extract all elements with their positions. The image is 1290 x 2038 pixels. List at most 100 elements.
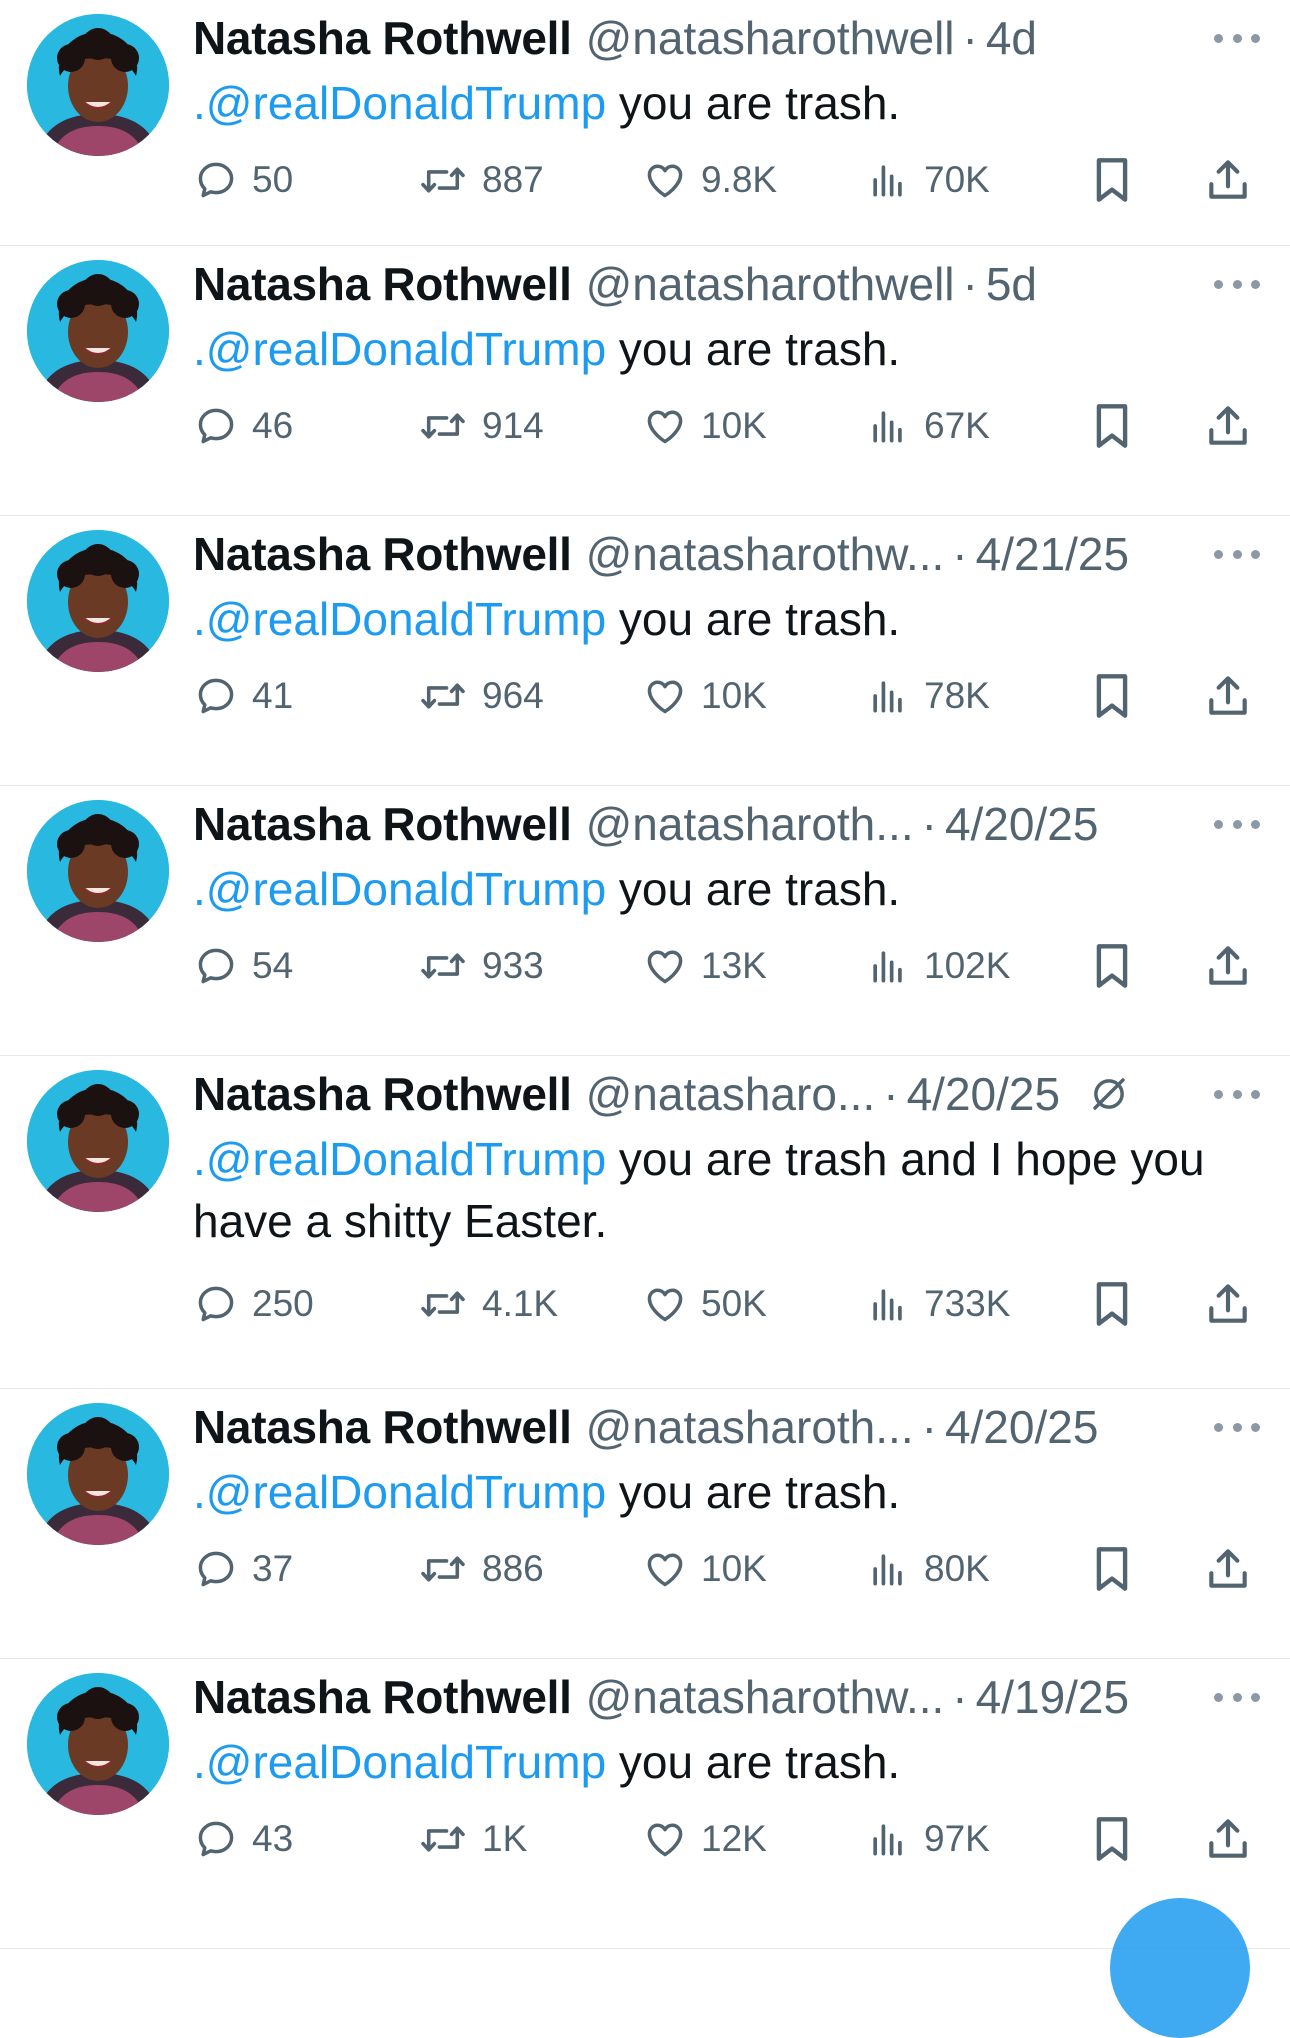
compose-fab[interactable] [1110, 1898, 1250, 2038]
timestamp[interactable]: 4/21/25 [976, 527, 1129, 581]
views-button[interactable]: 67K [866, 396, 990, 456]
display-name[interactable]: Natasha Rothwell [193, 257, 572, 311]
display-name[interactable]: Natasha Rothwell [193, 1670, 572, 1724]
timestamp[interactable]: 5d [986, 257, 1037, 311]
mention-link[interactable]: .@realDonaldTrump [193, 323, 606, 375]
reply-button[interactable]: 41 [194, 666, 293, 726]
like-button[interactable]: 50K [643, 1274, 767, 1334]
more-icon[interactable] [1214, 534, 1260, 574]
bookmark-button[interactable] [1088, 150, 1136, 210]
share-icon [1203, 1542, 1253, 1596]
user-handle[interactable]: @natasharothw... [586, 527, 945, 581]
views-button[interactable]: 102K [866, 936, 1010, 996]
share-button[interactable] [1203, 150, 1253, 210]
tweet[interactable]: Natasha Rothwell @natasharoth... · 4/20/25.… [0, 1389, 1290, 1659]
avatar[interactable] [27, 260, 169, 402]
retweet-button[interactable]: 887 [418, 150, 544, 210]
mention-link[interactable]: .@realDonaldTrump [193, 77, 606, 129]
tweet[interactable]: Natasha Rothwell @natasharothw... · 4/21/25… [0, 516, 1290, 786]
more-icon[interactable] [1214, 1677, 1260, 1717]
retweet-button[interactable]: 933 [418, 936, 544, 996]
bookmark-button[interactable] [1088, 936, 1136, 996]
views-button[interactable]: 80K [866, 1539, 990, 1599]
bookmark-button[interactable] [1088, 1274, 1136, 1334]
retweet-button[interactable]: 914 [418, 396, 544, 456]
tweet[interactable]: Natasha Rothwell @natasharothwell · 4d .@rea… [0, 0, 1290, 246]
bookmark-button[interactable] [1088, 1809, 1136, 1869]
display-name[interactable]: Natasha Rothwell [193, 1067, 572, 1121]
user-handle[interactable]: @natasharothwell [586, 257, 955, 311]
tweet[interactable]: Natasha Rothwell @natasharothw... · 4/19/25… [0, 1659, 1290, 1949]
user-handle[interactable]: @natasharoth... [586, 1400, 914, 1454]
tweet[interactable]: Natasha Rothwell @natasharoth... · 4/20/25.… [0, 786, 1290, 1056]
user-handle[interactable]: @natasharothw... [586, 1670, 945, 1724]
avatar[interactable] [27, 14, 169, 156]
share-button[interactable] [1203, 936, 1253, 996]
reply-button[interactable]: 50 [194, 150, 293, 210]
mention-link[interactable]: .@realDonaldTrump [193, 593, 606, 645]
mention-link[interactable]: .@realDonaldTrump [193, 863, 606, 915]
reply-button[interactable]: 37 [194, 1539, 293, 1599]
avatar[interactable] [27, 1070, 169, 1212]
avatar[interactable] [27, 530, 169, 672]
more-icon[interactable] [1214, 264, 1260, 304]
separator-dot: · [952, 528, 968, 580]
reply-button[interactable]: 43 [194, 1809, 293, 1869]
user-handle[interactable]: @natasharoth... [586, 797, 914, 851]
tweet-text: .@realDonaldTrump you are trash. [193, 318, 1263, 380]
mention-link[interactable]: .@realDonaldTrump [193, 1466, 606, 1518]
tweet-body: you are trash. [606, 77, 901, 129]
user-handle[interactable]: @natasharothwell [586, 11, 955, 65]
timestamp[interactable]: 4/20/25 [945, 797, 1098, 851]
share-icon [1203, 153, 1253, 207]
share-button[interactable] [1203, 1274, 1253, 1334]
retweet-button[interactable]: 1K [418, 1809, 527, 1869]
more-icon[interactable] [1214, 18, 1260, 58]
more-icon[interactable] [1214, 804, 1260, 844]
reply-button[interactable]: 54 [194, 936, 293, 996]
retweet-button[interactable]: 4.1K [418, 1274, 558, 1334]
tweet[interactable]: Natasha Rothwell @natasharo... · 4/20/25 .@r… [0, 1056, 1290, 1389]
retweet-button[interactable]: 964 [418, 666, 544, 726]
heart-icon [643, 1282, 687, 1326]
display-name[interactable]: Natasha Rothwell [193, 11, 572, 65]
retweet-button[interactable]: 886 [418, 1539, 544, 1599]
like-button[interactable]: 12K [643, 1809, 767, 1869]
timestamp[interactable]: 4/19/25 [976, 1670, 1129, 1724]
views-button[interactable]: 733K [866, 1274, 1010, 1334]
views-button[interactable]: 70K [866, 150, 990, 210]
bookmark-button[interactable] [1088, 1539, 1136, 1599]
tweet[interactable]: Natasha Rothwell @natasharothwell · 5d .@rea… [0, 246, 1290, 516]
views-button[interactable]: 78K [866, 666, 990, 726]
timestamp[interactable]: 4/20/25 [907, 1067, 1060, 1121]
avatar[interactable] [27, 1673, 169, 1815]
like-button[interactable]: 10K [643, 666, 767, 726]
reply-button[interactable]: 46 [194, 396, 293, 456]
like-button[interactable]: 13K [643, 936, 767, 996]
share-button[interactable] [1203, 1539, 1253, 1599]
more-icon[interactable] [1214, 1074, 1260, 1114]
avatar[interactable] [27, 800, 169, 942]
display-name[interactable]: Natasha Rothwell [193, 1400, 572, 1454]
avatar[interactable] [27, 1403, 169, 1545]
timestamp[interactable]: 4/20/25 [945, 1400, 1098, 1454]
display-name[interactable]: Natasha Rothwell [193, 527, 572, 581]
user-handle[interactable]: @natasharo... [586, 1067, 876, 1121]
mention-link[interactable]: .@realDonaldTrump [193, 1133, 606, 1185]
separator-dot: · [952, 1671, 968, 1723]
views-button[interactable]: 97K [866, 1809, 990, 1869]
like-button[interactable]: 9.8K [643, 150, 777, 210]
like-button[interactable]: 10K [643, 396, 767, 456]
reply-button[interactable]: 250 [194, 1274, 314, 1334]
timestamp[interactable]: 4d [986, 11, 1037, 65]
share-icon [1203, 939, 1253, 993]
share-button[interactable] [1203, 666, 1253, 726]
like-button[interactable]: 10K [643, 1539, 767, 1599]
share-button[interactable] [1203, 396, 1253, 456]
bookmark-button[interactable] [1088, 666, 1136, 726]
share-button[interactable] [1203, 1809, 1253, 1869]
bookmark-button[interactable] [1088, 396, 1136, 456]
display-name[interactable]: Natasha Rothwell [193, 797, 572, 851]
more-icon[interactable] [1214, 1407, 1260, 1447]
mention-link[interactable]: .@realDonaldTrump [193, 1736, 606, 1788]
